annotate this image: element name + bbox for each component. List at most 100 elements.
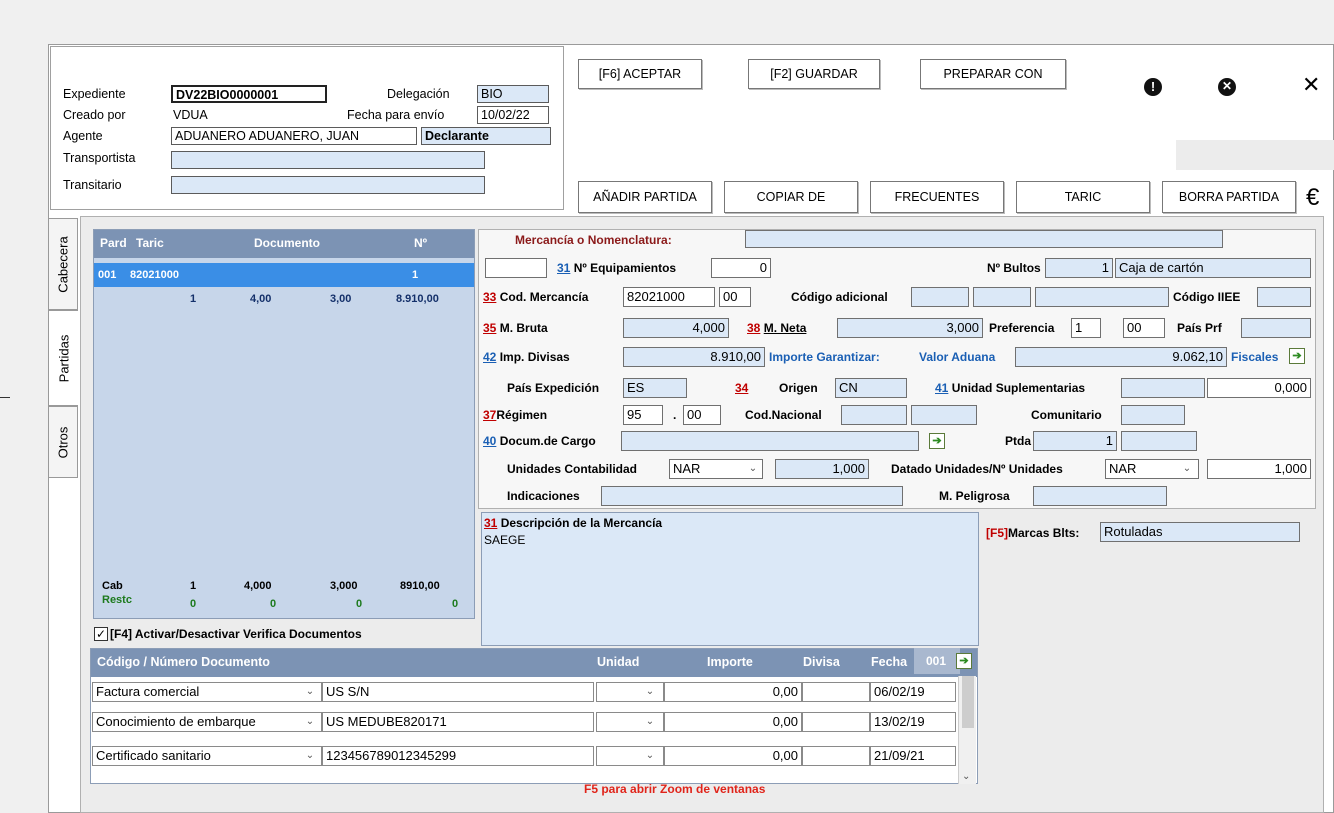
table-row[interactable]: Factura comercial ⌄ US S/N ⌄ 0,00 06/02/… xyxy=(90,682,960,706)
docum-cargo-go-icon[interactable]: ➔ xyxy=(929,433,945,449)
regimen-field-1[interactable]: 95 xyxy=(623,405,663,425)
chevron-down-icon[interactable]: ⌄ xyxy=(642,747,658,765)
valor-aduana-field[interactable]: 9.062,10 xyxy=(1015,347,1227,367)
tab-otros[interactable]: Otros xyxy=(48,406,78,478)
unid-cont-dropdown-icon[interactable]: ⌄ xyxy=(745,460,761,478)
preferencia-field-2[interactable]: 00 xyxy=(1123,318,1165,338)
fiscales-go-icon[interactable]: ➔ xyxy=(1289,348,1305,364)
comunitario-field[interactable] xyxy=(1121,405,1185,425)
divisa-cell[interactable] xyxy=(802,712,870,732)
m-neta-field[interactable]: 3,000 xyxy=(837,318,983,338)
pais-exp-field[interactable]: ES xyxy=(623,378,687,398)
tab-partidas[interactable]: Partidas xyxy=(48,310,78,406)
table-row[interactable]: Certificado sanitario ⌄ 1234567890123452… xyxy=(90,746,960,770)
cod-nac-label: Cod.Nacional xyxy=(745,408,822,422)
scroll-down-icon[interactable]: ⌄ xyxy=(962,771,970,782)
borra-partida-button[interactable]: BORRA PARTIDA xyxy=(1162,181,1296,213)
datado-dropdown-icon[interactable]: ⌄ xyxy=(1179,460,1195,478)
chevron-down-icon[interactable]: ⌄ xyxy=(642,683,658,701)
cancel-icon[interactable]: ✕ xyxy=(1218,78,1236,96)
m-peligrosa-label: M. Peligrosa xyxy=(939,489,1010,503)
agente-field[interactable]: ADUANERO ADUANERO, JUAN xyxy=(171,127,417,145)
declarante-field[interactable]: Declarante xyxy=(421,127,551,145)
mercancia-label: Mercancía o Nomenclatura: xyxy=(515,233,672,247)
chevron-down-icon[interactable]: ⌄ xyxy=(302,713,318,731)
fiscales-label: Fiscales xyxy=(1231,350,1279,364)
divider xyxy=(0,397,10,398)
unidad-sup-field-2[interactable]: 0,000 xyxy=(1207,378,1311,398)
importe-garant-label: Importe Garantizar: xyxy=(769,350,880,364)
scrollbar-thumb[interactable] xyxy=(962,676,974,728)
unid-cont-amount[interactable]: 1,000 xyxy=(775,459,869,479)
cod-merc-field[interactable]: 82021000 xyxy=(623,287,715,307)
list-item-selected[interactable]: 001 82021000 1 xyxy=(94,263,474,287)
regimen-field-2[interactable]: 00 xyxy=(683,405,721,425)
alert-icon[interactable]: ! xyxy=(1144,78,1162,96)
divisa-cell[interactable] xyxy=(802,682,870,702)
chevron-down-icon[interactable]: ⌄ xyxy=(642,713,658,731)
ptda-field[interactable]: 1 xyxy=(1033,431,1117,451)
copiar-de-button[interactable]: COPIAR DE xyxy=(724,181,858,213)
cod-adic-field-2[interactable] xyxy=(973,287,1031,307)
n-bultos-field[interactable]: 1 xyxy=(1045,258,1113,278)
preferencia-field-1[interactable]: 1 xyxy=(1071,318,1101,338)
cod-nac-field-1[interactable] xyxy=(841,405,907,425)
transportista-field[interactable] xyxy=(171,151,485,169)
cod-adic-field-1[interactable] xyxy=(911,287,969,307)
marcas-field[interactable]: Rotuladas xyxy=(1100,522,1300,542)
imp-div-field[interactable]: 8.910,00 xyxy=(623,347,765,367)
table-row[interactable]: Conocimiento de embarque ⌄ US MEDUBE8201… xyxy=(90,712,960,736)
docum-cargo-label: 40 Docum.de Cargo xyxy=(483,434,596,448)
cod-nac-field-2[interactable] xyxy=(911,405,977,425)
partidas-list[interactable]: Pard Taric Documento Nº 001 82021000 1 1… xyxy=(93,229,475,619)
indicaciones-field[interactable] xyxy=(601,486,903,506)
cod-adic-label: Código adicional xyxy=(791,290,888,304)
status-area xyxy=(1176,140,1334,170)
pais-prf-label: País Prf xyxy=(1177,321,1222,335)
origen-field[interactable]: CN xyxy=(835,378,907,398)
euro-icon[interactable]: € xyxy=(1306,184,1319,212)
m-bruta-field[interactable]: 4,000 xyxy=(623,318,729,338)
guardar-button[interactable]: [F2] GUARDAR xyxy=(748,59,880,89)
n-equip-field[interactable]: 0 xyxy=(711,258,771,278)
anadir-partida-button[interactable]: AÑADIR PARTIDA xyxy=(578,181,712,213)
m-peligrosa-field[interactable] xyxy=(1033,486,1167,506)
regimen-dot: . xyxy=(673,408,677,422)
unidad-sup-label: 41 Unidad Suplementarias xyxy=(935,381,1086,395)
item-code-field[interactable] xyxy=(485,258,547,278)
transitario-field[interactable] xyxy=(171,176,485,194)
doc-add-icon[interactable]: ➔ xyxy=(956,653,972,669)
ptda-field-2[interactable] xyxy=(1121,431,1197,451)
close-icon[interactable]: ✕ xyxy=(1302,72,1320,98)
pais-prf-field[interactable] xyxy=(1241,318,1311,338)
unidad-sup-field-1[interactable] xyxy=(1121,378,1205,398)
delegacion-field[interactable]: BIO xyxy=(477,85,549,103)
mercancia-field[interactable] xyxy=(745,230,1223,248)
chevron-down-icon[interactable]: ⌄ xyxy=(302,747,318,765)
list-header: Pard Taric Documento Nº xyxy=(94,230,474,258)
docum-cargo-field[interactable] xyxy=(621,431,919,451)
cod-adic-field-3[interactable] xyxy=(1035,287,1169,307)
verifica-checkbox[interactable]: ✓ xyxy=(94,627,108,641)
expediente-label: Expediente xyxy=(63,87,126,101)
fecha-field[interactable]: 10/02/22 xyxy=(477,106,549,124)
imp-div-label: 42 Imp. Divisas xyxy=(483,350,570,364)
documents-scrollbar[interactable]: ⌄ xyxy=(958,676,976,784)
descripcion-area[interactable]: 31 Descripción de la Mercancía SAEGE xyxy=(481,512,979,646)
cod-iiee-field[interactable] xyxy=(1257,287,1311,307)
creado-value: VDUA xyxy=(173,108,208,122)
preparar-button[interactable]: PREPARAR CON xyxy=(920,59,1066,89)
unid-cont-label: Unidades Contabilidad xyxy=(507,462,638,476)
cod-merc-extra-field[interactable]: 00 xyxy=(719,287,751,307)
bultos-desc-field[interactable]: Caja de cartón xyxy=(1115,258,1311,278)
divisa-cell[interactable] xyxy=(802,746,870,766)
expediente-field[interactable]: DV22BIO0000001 xyxy=(171,85,327,103)
frecuentes-button[interactable]: FRECUENTES xyxy=(870,181,1004,213)
chevron-down-icon[interactable]: ⌄ xyxy=(302,683,318,701)
zoom-hint: F5 para abrir Zoom de ventanas xyxy=(584,782,766,796)
desc-label: 31 Descripción de la Mercancía xyxy=(484,516,663,530)
taric-button[interactable]: TARIC xyxy=(1016,181,1150,213)
datado-amount[interactable]: 1,000 xyxy=(1207,459,1311,479)
aceptar-button[interactable]: [F6] ACEPTAR xyxy=(578,59,702,89)
tab-cabecera[interactable]: Cabecera xyxy=(48,218,78,310)
